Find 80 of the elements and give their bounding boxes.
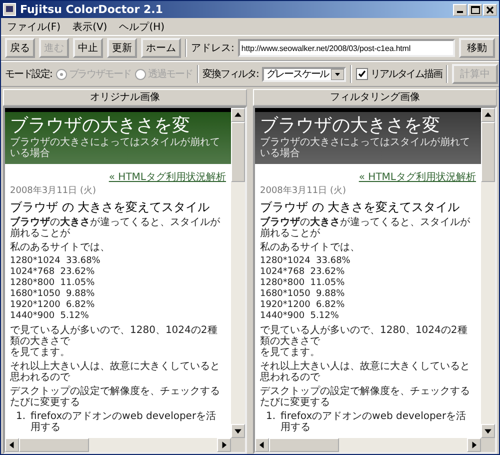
vertical-scrollbar[interactable] bbox=[481, 108, 495, 438]
menu-item[interactable]: ヘルプ(H) bbox=[119, 20, 165, 34]
list-number: 1. bbox=[266, 411, 276, 424]
mode-label: モード設定: bbox=[5, 68, 52, 81]
body-text: それ以上大きい人は、故意に大きくしていると思われるので bbox=[260, 361, 471, 383]
menu-item[interactable]: 表示(V) bbox=[72, 20, 108, 34]
body-text: 私のあるサイトでは、 bbox=[260, 242, 361, 253]
pane-header: オリジナル画像 bbox=[3, 89, 247, 106]
stat-line: 1280*1024 33.68% bbox=[260, 256, 352, 267]
nav-link[interactable]: « HTMLタグ利用状況解析 bbox=[358, 172, 476, 183]
body-text-line: を見てます。 bbox=[10, 347, 71, 358]
scroll-up-button[interactable] bbox=[231, 108, 245, 122]
banner-title: ブラウザの大きさを変 bbox=[260, 116, 441, 136]
filter-label: 変換フィルタ: bbox=[202, 68, 258, 81]
banner-subtitle: ブラウザの大きさによってはスタイルが崩れている場合 bbox=[10, 137, 221, 159]
stat-line: 1920*1200 6.82% bbox=[10, 300, 96, 311]
post-date: 2008年3月11日 (火) bbox=[260, 186, 347, 197]
body-text-line: で見ている人が多いので、1280、1024の2種類の大きさで bbox=[10, 325, 218, 347]
body-text: ブラウザの大きさが違ってくると、スタイルが崩れることが bbox=[10, 217, 221, 239]
nav-link[interactable]: « HTMLタグ利用状況解析 bbox=[108, 172, 226, 183]
address-field[interactable]: http://www.seowalker.net/2008/03/post-c1ea.html bbox=[238, 39, 455, 57]
toolbar-button[interactable]: 中止 bbox=[73, 38, 103, 58]
dropdown-arrow-icon bbox=[330, 68, 344, 80]
stat-line: 1680*1050 9.88% bbox=[10, 289, 96, 300]
stat-line: 1680*1050 9.88% bbox=[260, 289, 346, 300]
scroll-left-button[interactable] bbox=[255, 438, 269, 452]
address-label: アドレス: bbox=[191, 42, 234, 55]
scroll-down-button[interactable] bbox=[231, 424, 245, 438]
body-text: 私のあるサイトでは、 bbox=[10, 242, 111, 253]
stat-line: 1280*800 11.05% bbox=[260, 278, 346, 289]
scroll-thumb[interactable] bbox=[269, 438, 339, 452]
stat-line: 1280*800 11.05% bbox=[10, 278, 96, 289]
filter-dropdown[interactable]: グレースケール bbox=[262, 66, 346, 82]
list-number: 1. bbox=[16, 411, 26, 424]
scroll-thumb[interactable] bbox=[481, 122, 495, 182]
vertical-scrollbar[interactable] bbox=[231, 108, 245, 438]
scroll-right-button[interactable] bbox=[217, 438, 231, 452]
list-item-text: firefoxのアドオンのweb developerを活用する bbox=[280, 411, 468, 433]
toolbar-button[interactable]: 戻る bbox=[5, 38, 35, 58]
banner-subtitle: ブラウザの大きさによってはスタイルが崩れている場合 bbox=[260, 137, 471, 159]
maximize-button[interactable] bbox=[468, 4, 482, 16]
minimize-icon bbox=[457, 11, 463, 13]
scroll-right-button[interactable] bbox=[467, 438, 481, 452]
post-date: 2008年3月11日 (火) bbox=[10, 186, 97, 197]
stat-line: 1440*900 5.12% bbox=[260, 311, 340, 322]
body-text-line: で見ている人が多いので、1280、1024の2種類の大きさで bbox=[260, 325, 468, 347]
body-text: デスクトップの設定で解像度を、チェックするたびに変更する bbox=[260, 386, 471, 408]
scroll-left-button[interactable] bbox=[5, 438, 19, 452]
banner-title: ブラウザの大きさを変 bbox=[10, 116, 191, 136]
body-text: ブラウザの大きさが違ってくると、スタイルが崩れることが bbox=[260, 217, 471, 239]
minimize-button[interactable] bbox=[453, 4, 467, 16]
scroll-thumb[interactable] bbox=[19, 438, 89, 452]
close-button[interactable] bbox=[483, 4, 497, 16]
body-text: それ以上大きい人は、故意に大きくしていると思われるので bbox=[10, 361, 221, 383]
body-text-line: を見てます。 bbox=[260, 347, 321, 358]
stat-line: 1024*768 23.62% bbox=[260, 267, 346, 278]
post-heading: ブラウザ の 大きさを変えてスタイル bbox=[10, 200, 211, 214]
list-item-text: firefoxのアドオンのweb developerを活用する bbox=[30, 411, 218, 433]
checkbox-label: リアルタイム描画 bbox=[370, 68, 442, 81]
pane-header: フィルタリング画像 bbox=[253, 89, 497, 106]
scroll-thumb[interactable] bbox=[231, 122, 245, 182]
horizontal-scrollbar[interactable] bbox=[255, 438, 481, 452]
scroll-up-button[interactable] bbox=[481, 108, 495, 122]
close-icon bbox=[486, 6, 494, 14]
scroll-down-button[interactable] bbox=[481, 424, 495, 438]
stat-line: 1920*1200 6.82% bbox=[260, 300, 346, 311]
stat-line: 1280*1024 33.68% bbox=[10, 256, 102, 267]
horizontal-scrollbar[interactable] bbox=[5, 438, 231, 452]
post-heading: ブラウザ の 大きさを変えてスタイル bbox=[260, 200, 461, 214]
stat-line: 1440*900 5.12% bbox=[10, 311, 90, 322]
maximize-icon bbox=[470, 6, 480, 14]
checkbox[interactable] bbox=[356, 68, 368, 80]
stat-line: 1024*768 23.62% bbox=[10, 267, 96, 278]
body-text: デスクトップの設定で解像度を、チェックするたびに変更する bbox=[10, 386, 221, 408]
window-title: Fujitsu ColorDoctor 2.1 bbox=[20, 3, 164, 16]
app-icon bbox=[3, 3, 16, 16]
toolbar-button[interactable]: 更新 bbox=[107, 38, 137, 58]
go-button[interactable]: 移動 bbox=[459, 38, 495, 58]
menu-item[interactable]: ファイル(F) bbox=[7, 20, 61, 34]
toolbar-button[interactable]: ホーム bbox=[141, 38, 181, 58]
